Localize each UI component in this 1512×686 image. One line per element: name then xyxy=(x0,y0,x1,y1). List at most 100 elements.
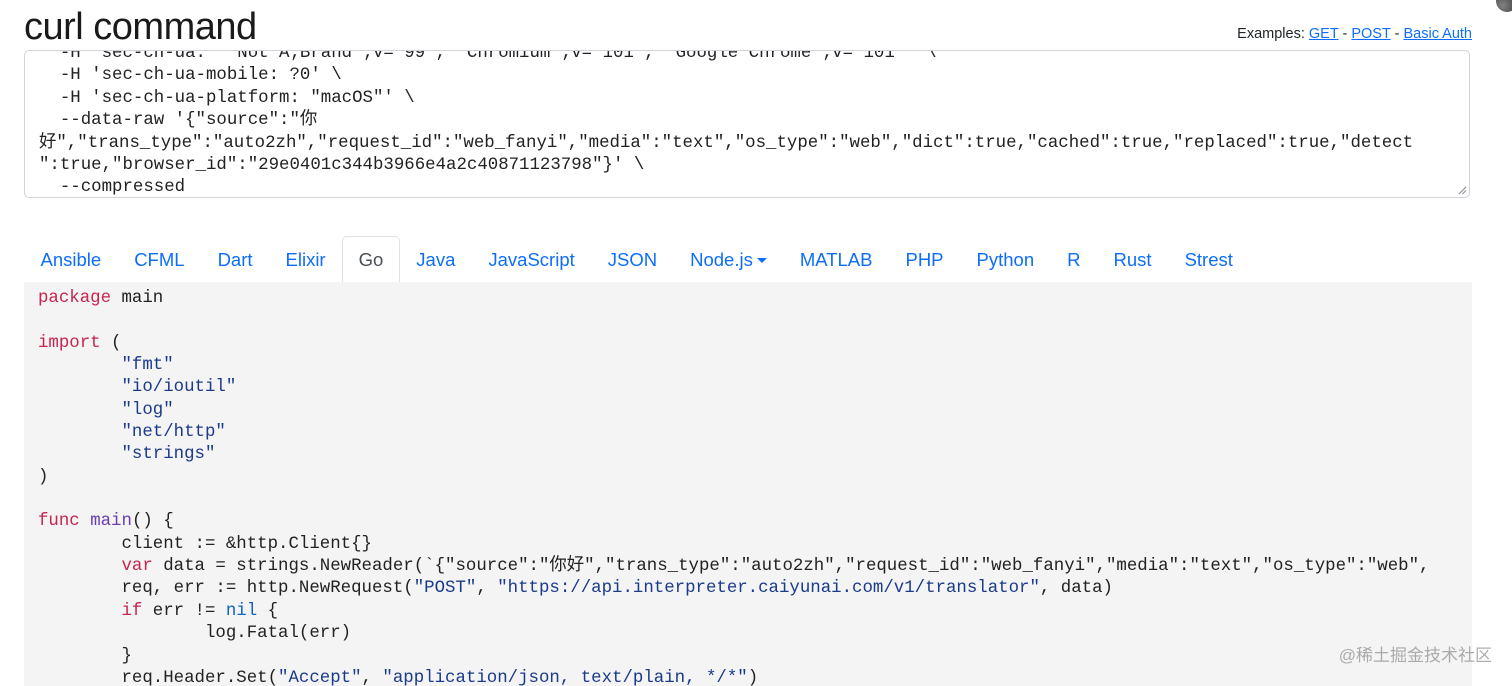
code-token-fn: main xyxy=(90,512,132,532)
tab-cfml[interactable]: CFML xyxy=(118,236,201,282)
curl-line: -H 'sec-ch-ua-mobile: ?0' \ xyxy=(39,66,342,86)
tab-label: CFML xyxy=(134,249,185,270)
code-token: } xyxy=(38,646,132,666)
tab-label: Rust xyxy=(1113,249,1152,270)
code-token-kw: func xyxy=(38,512,80,532)
code-token-kw: package xyxy=(38,289,112,308)
tab-go[interactable]: Go xyxy=(342,236,400,282)
code-token-str: "POST" xyxy=(413,579,477,599)
code-token: req, err := http.NewRequest( xyxy=(38,579,414,599)
page: curl command Examples: GET - POST - Basi… xyxy=(0,0,1512,686)
page-title: curl command xyxy=(24,6,257,48)
code-token-str: "io/ioutil" xyxy=(121,378,237,398)
examples-bar: Examples: GET - POST - Basic Auth xyxy=(1237,24,1472,44)
tab-java[interactable]: Java xyxy=(400,236,472,282)
code-token-str: "fmt" xyxy=(121,356,174,376)
code-line: "net/http" xyxy=(38,423,226,442)
code-line: "io/ioutil" xyxy=(38,378,237,398)
code-token-kw: if xyxy=(121,601,143,621)
curl-line: 好","trans_type":"auto2zh","request_id":"… xyxy=(39,133,1414,153)
code-token-str: "https://api.interpreter.caiyunai.com/v1… xyxy=(497,579,1040,599)
curl-line: --data-raw '{"source":"你 xyxy=(39,111,318,131)
code-line: var data = strings.NewReader(`{"source":… xyxy=(38,557,1430,576)
example-get-link[interactable]: GET xyxy=(1309,26,1339,42)
code-token: client := &http.Client{} xyxy=(38,534,372,554)
code-token: () { xyxy=(131,512,174,532)
code-line: package main xyxy=(38,289,163,308)
code-token: , data) xyxy=(1039,579,1113,599)
code-token-str: "application/json, text/plain, */*" xyxy=(382,668,748,686)
code-line: req.Header.Set("Accept", "application/js… xyxy=(38,668,759,686)
corner-shadow xyxy=(1496,0,1512,12)
code-line: "fmt" xyxy=(38,356,174,375)
tab-label: Dart xyxy=(217,249,253,270)
caret-down-icon xyxy=(756,258,767,263)
code-token-str: "strings" xyxy=(121,445,216,465)
code-line: func main() { xyxy=(38,512,174,531)
tab-label: PHP xyxy=(905,249,944,270)
code-line: log.Fatal(err) xyxy=(38,624,351,643)
tab-label: R xyxy=(1067,249,1081,270)
code-line: "log" xyxy=(38,401,174,420)
curl-line: --compressed xyxy=(39,178,186,198)
code-token: ( xyxy=(100,333,122,353)
curl-line: -H 'sec-ch-ua: " Not A;Brand";v="99", "C… xyxy=(39,50,937,63)
code-line: req, err := http.NewRequest("POST", "htt… xyxy=(38,579,1113,598)
code-token: main xyxy=(111,289,164,308)
curl-command-text[interactable]: -H 'sec-ch-ua: " Not A;Brand";v="99", "C… xyxy=(39,50,1455,198)
code-token: { xyxy=(257,601,279,621)
code-token: , xyxy=(361,668,383,686)
code-token: err != xyxy=(142,601,226,621)
code-token-nil: nil xyxy=(225,601,258,621)
code-token-str: "net/http" xyxy=(121,423,226,443)
resize-grip-icon[interactable] xyxy=(1457,185,1467,195)
example-basic-auth-link[interactable]: Basic Auth xyxy=(1403,26,1472,42)
code-token-str: "Accept" xyxy=(278,668,362,686)
tab-javascript[interactable]: JavaScript xyxy=(472,236,591,282)
watermark: @稀土掘金技术社区 xyxy=(1338,646,1492,665)
tab-node-js[interactable]: Node.js xyxy=(674,236,784,282)
examples-separator: - xyxy=(1394,26,1400,42)
code-line: client := &http.Client{} xyxy=(38,535,372,554)
tab-label: Node.js xyxy=(690,249,753,270)
tab-label: Ansible xyxy=(40,249,102,270)
tab-python[interactable]: Python xyxy=(960,236,1051,282)
curl-command-textarea[interactable]: -H 'sec-ch-ua: " Not A;Brand";v="99", "C… xyxy=(24,50,1470,198)
tab-json[interactable]: JSON xyxy=(591,236,673,282)
examples-label: Examples: xyxy=(1237,26,1305,42)
tab-elixir[interactable]: Elixir xyxy=(269,236,342,282)
tab-strest[interactable]: Strest xyxy=(1168,236,1249,282)
tab-php[interactable]: PHP xyxy=(889,236,960,282)
generated-code: package main import ( "fmt" "io/ioutil" … xyxy=(38,288,1430,686)
curl-line: -H 'sec-ch-ua-platform: "macOS"' \ xyxy=(39,88,415,108)
example-post-link[interactable]: POST xyxy=(1351,26,1390,42)
language-tabs: Ansible CFML Dart Elixir Go Java JavaScript JSO… xyxy=(24,236,1472,282)
code-token-str: "log" xyxy=(121,400,174,420)
tab-label: Python xyxy=(976,249,1035,270)
code-token: ) xyxy=(747,668,759,686)
curl-line: ":true,"browser_id":"29e0401c344b3966e4a… xyxy=(39,156,645,176)
code-token: data = strings.NewReader(`{"source":"你好"… xyxy=(152,557,1430,577)
tab-ansible[interactable]: Ansible xyxy=(24,236,118,282)
tab-dart[interactable]: Dart xyxy=(201,236,269,282)
code-token: ) xyxy=(38,467,49,487)
tab-label: Elixir xyxy=(285,249,326,270)
examples-separator: - xyxy=(1342,26,1348,42)
generated-code-panel: package main import ( "fmt" "io/ioutil" … xyxy=(24,282,1472,686)
tab-label: Go xyxy=(358,249,384,270)
tab-r[interactable]: R xyxy=(1051,236,1097,282)
tab-label: Java xyxy=(416,249,456,270)
code-token: req.Header.Set( xyxy=(38,668,279,686)
code-token-kw: import xyxy=(38,333,101,353)
tab-rust[interactable]: Rust xyxy=(1097,236,1168,282)
code-token: log.Fatal(err) xyxy=(38,624,352,644)
tab-matlab[interactable]: MATLAB xyxy=(783,236,889,282)
code-token-kw: var xyxy=(121,557,153,577)
code-line: if err != nil { xyxy=(38,601,279,621)
